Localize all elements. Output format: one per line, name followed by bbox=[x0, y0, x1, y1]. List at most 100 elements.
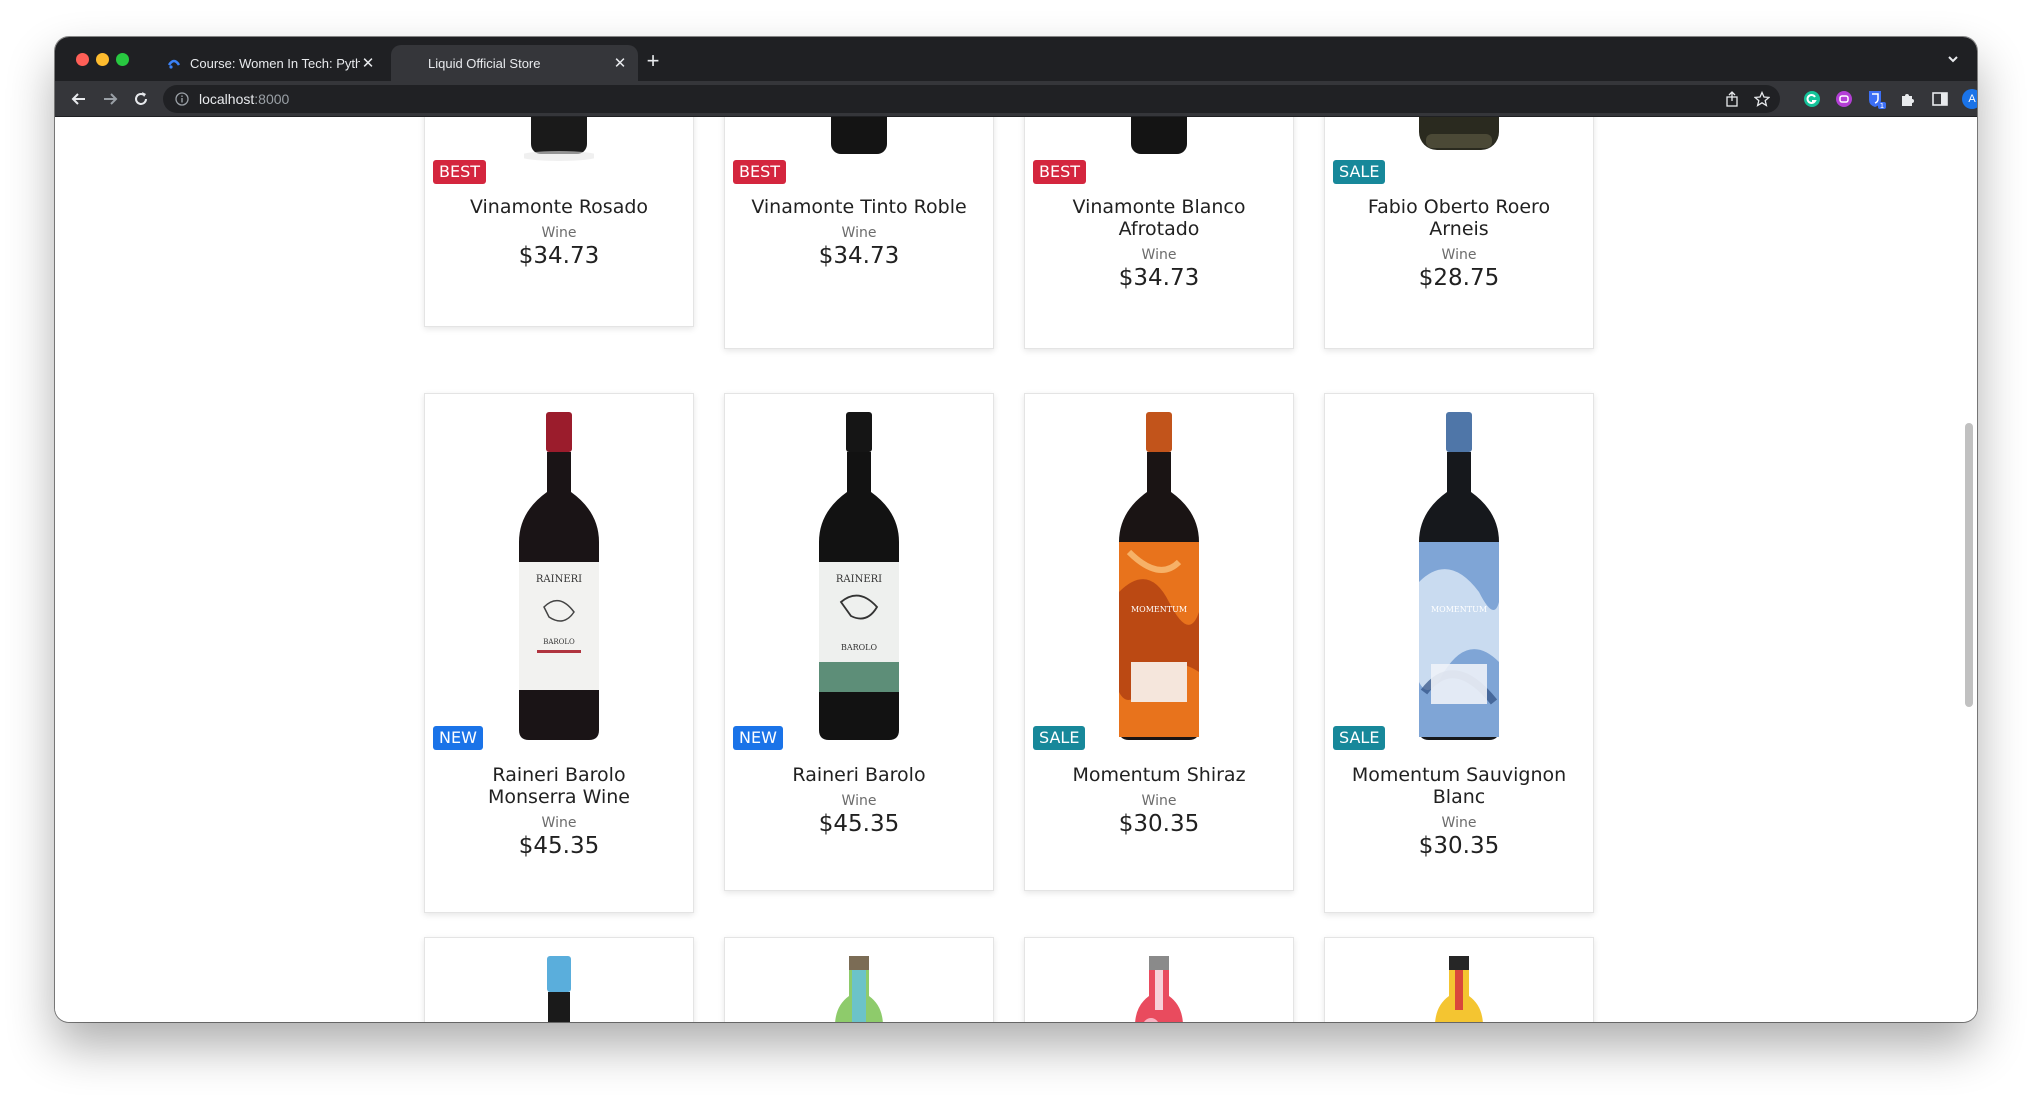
share-icon[interactable] bbox=[1724, 91, 1740, 110]
product-badge: NEW bbox=[733, 726, 783, 750]
product-info: Momentum Sauvignon Blanc Wine $30.35 bbox=[1325, 764, 1593, 860]
bookmark-star-icon[interactable] bbox=[1753, 90, 1771, 110]
product-badge: NEW bbox=[433, 726, 483, 750]
product-card[interactable]: RAINERI BAROLO NEW Raineri Barolo Wine $… bbox=[724, 393, 994, 891]
product-image: RAINERI BAROLO bbox=[425, 412, 693, 742]
bottle-label-text: MOMENTUM bbox=[1431, 605, 1487, 614]
product-price: $34.73 bbox=[1118, 265, 1200, 291]
profile-avatar[interactable]: A bbox=[1960, 87, 1977, 111]
product-price: $28.75 bbox=[1418, 265, 1500, 291]
product-image bbox=[725, 956, 993, 1022]
product-price: $34.73 bbox=[518, 243, 600, 269]
product-info: Momentum Shiraz Wine $30.35 bbox=[1025, 764, 1293, 838]
product-card[interactable] bbox=[724, 937, 994, 1022]
bottle-label-text: RAINERI bbox=[536, 574, 582, 585]
url-host: localhost bbox=[199, 91, 255, 107]
product-image bbox=[1325, 956, 1593, 1022]
bottle-label-subtext: BAROLO bbox=[543, 638, 575, 646]
product-price: $30.35 bbox=[1418, 833, 1500, 859]
shield-extension-icon[interactable]: 1 bbox=[1864, 87, 1888, 111]
purple-extension-icon[interactable] bbox=[1832, 87, 1856, 111]
product-image bbox=[1025, 956, 1293, 1022]
product-category: Wine bbox=[541, 225, 577, 241]
browser-window: Course: Women In Tech: Pytho ✕ Liquid Of… bbox=[55, 37, 1977, 1022]
product-badge: BEST bbox=[733, 160, 787, 184]
reload-button[interactable] bbox=[127, 85, 155, 113]
product-card[interactable]: RAINERI BAROLO NEW Raineri Barolo Monser… bbox=[424, 393, 694, 913]
product-info: Vinamonte Rosado Wine $34.73 bbox=[425, 196, 693, 270]
product-name[interactable]: Vinamonte Tinto Roble bbox=[725, 196, 993, 218]
site-info-icon[interactable] bbox=[175, 92, 189, 106]
product-name[interactable]: Raineri Barolo bbox=[725, 764, 993, 786]
bottle-label-text: MOMENTUM bbox=[1131, 605, 1187, 614]
product-info: Fabio Oberto Roero Arneis Wine $28.75 bbox=[1325, 196, 1593, 292]
tab-course[interactable]: Course: Women In Tech: Pytho ✕ bbox=[154, 45, 386, 81]
product-card[interactable]: BEST Vinamonte Blanco Afrotado Wine $34.… bbox=[1024, 117, 1294, 349]
vertical-scrollbar[interactable] bbox=[1965, 423, 1973, 707]
product-price: $45.35 bbox=[818, 811, 900, 837]
product-info: Raineri Barolo Monserra Wine Wine $45.35 bbox=[425, 764, 693, 860]
product-card[interactable] bbox=[1024, 937, 1294, 1022]
product-name[interactable]: Vinamonte Blanco Afrotado bbox=[1025, 196, 1293, 240]
tab-strip: Course: Women In Tech: Pytho ✕ Liquid Of… bbox=[55, 37, 1977, 81]
product-badge: SALE bbox=[1333, 726, 1386, 750]
page-content: BEST Vinamonte Rosado Wine $34.73 BEST V… bbox=[55, 117, 1977, 1022]
tab-liquid-store[interactable]: Liquid Official Store ✕ bbox=[391, 45, 638, 81]
product-badge: SALE bbox=[1333, 160, 1386, 184]
forward-button[interactable] bbox=[96, 85, 124, 113]
side-panel-icon[interactable] bbox=[1928, 87, 1952, 111]
new-tab-button[interactable]: + bbox=[639, 47, 667, 75]
product-name[interactable]: Momentum Shiraz bbox=[1025, 764, 1293, 786]
product-category: Wine bbox=[841, 225, 877, 241]
minimize-window-button[interactable] bbox=[96, 53, 109, 66]
course-favicon-icon bbox=[166, 55, 182, 71]
product-card[interactable]: MOMENTUM SALE Momentum Sauvignon Blanc W… bbox=[1324, 393, 1594, 913]
product-image: MOMENTUM bbox=[1325, 412, 1593, 742]
extension-badge-count: 1 bbox=[1880, 102, 1884, 109]
product-info: Vinamonte Tinto Roble Wine $34.73 bbox=[725, 196, 993, 270]
browser-toolbar: localhost:8000 1 A bbox=[55, 81, 1977, 117]
extensions-puzzle-icon[interactable] bbox=[1896, 87, 1920, 111]
product-card[interactable]: BEST Vinamonte Rosado Wine $34.73 bbox=[424, 117, 694, 327]
product-name[interactable]: Raineri Barolo Monserra Wine bbox=[425, 764, 693, 808]
product-category: Wine bbox=[841, 793, 877, 809]
product-name[interactable]: Momentum Sauvignon Blanc bbox=[1325, 764, 1593, 808]
maximize-window-button[interactable] bbox=[116, 53, 129, 66]
back-button[interactable] bbox=[65, 85, 93, 113]
product-image bbox=[425, 956, 693, 1022]
product-price: $45.35 bbox=[518, 833, 600, 859]
product-badge: BEST bbox=[433, 160, 487, 184]
close-window-button[interactable] bbox=[76, 53, 89, 66]
product-info: Raineri Barolo Wine $45.35 bbox=[725, 764, 993, 838]
profile-initial: A bbox=[1962, 89, 1977, 109]
bottle-label-text: RAINERI bbox=[836, 574, 882, 585]
product-category: Wine bbox=[541, 815, 577, 831]
product-category: Wine bbox=[1441, 247, 1477, 263]
product-card[interactable]: BEST Vinamonte Tinto Roble Wine $34.73 bbox=[724, 117, 994, 349]
close-tab-icon[interactable]: ✕ bbox=[612, 55, 628, 71]
product-image: RAINERI BAROLO bbox=[725, 412, 993, 742]
product-card[interactable] bbox=[1324, 937, 1594, 1022]
product-badge: BEST bbox=[1033, 160, 1087, 184]
product-badge: SALE bbox=[1033, 726, 1086, 750]
bottle-label-subtext: BAROLO bbox=[841, 643, 878, 652]
grammarly-extension-icon[interactable] bbox=[1800, 87, 1824, 111]
product-price: $34.73 bbox=[818, 243, 900, 269]
product-card[interactable]: MOMENTUM SALE Momentum Shiraz Wine $30.3… bbox=[1024, 393, 1294, 891]
product-category: Wine bbox=[1141, 793, 1177, 809]
url-port: :8000 bbox=[254, 91, 290, 107]
product-name[interactable]: Fabio Oberto Roero Arneis bbox=[1325, 196, 1593, 240]
close-tab-icon[interactable]: ✕ bbox=[360, 55, 376, 71]
product-info: Vinamonte Blanco Afrotado Wine $34.73 bbox=[1025, 196, 1293, 292]
omnibox-actions bbox=[1724, 90, 1771, 110]
product-price: $30.35 bbox=[1118, 811, 1200, 837]
product-name[interactable]: Vinamonte Rosado bbox=[425, 196, 693, 218]
tab-title: Course: Women In Tech: Pytho bbox=[190, 55, 360, 71]
product-card[interactable] bbox=[424, 937, 694, 1022]
product-card[interactable]: SALE Fabio Oberto Roero Arneis Wine $28.… bbox=[1324, 117, 1594, 349]
product-category: Wine bbox=[1141, 247, 1177, 263]
address-bar[interactable]: localhost:8000 bbox=[163, 85, 1780, 113]
tab-search-chevron-icon[interactable] bbox=[1943, 49, 1963, 69]
tab-title: Liquid Official Store bbox=[428, 55, 541, 71]
product-category: Wine bbox=[1441, 815, 1477, 831]
